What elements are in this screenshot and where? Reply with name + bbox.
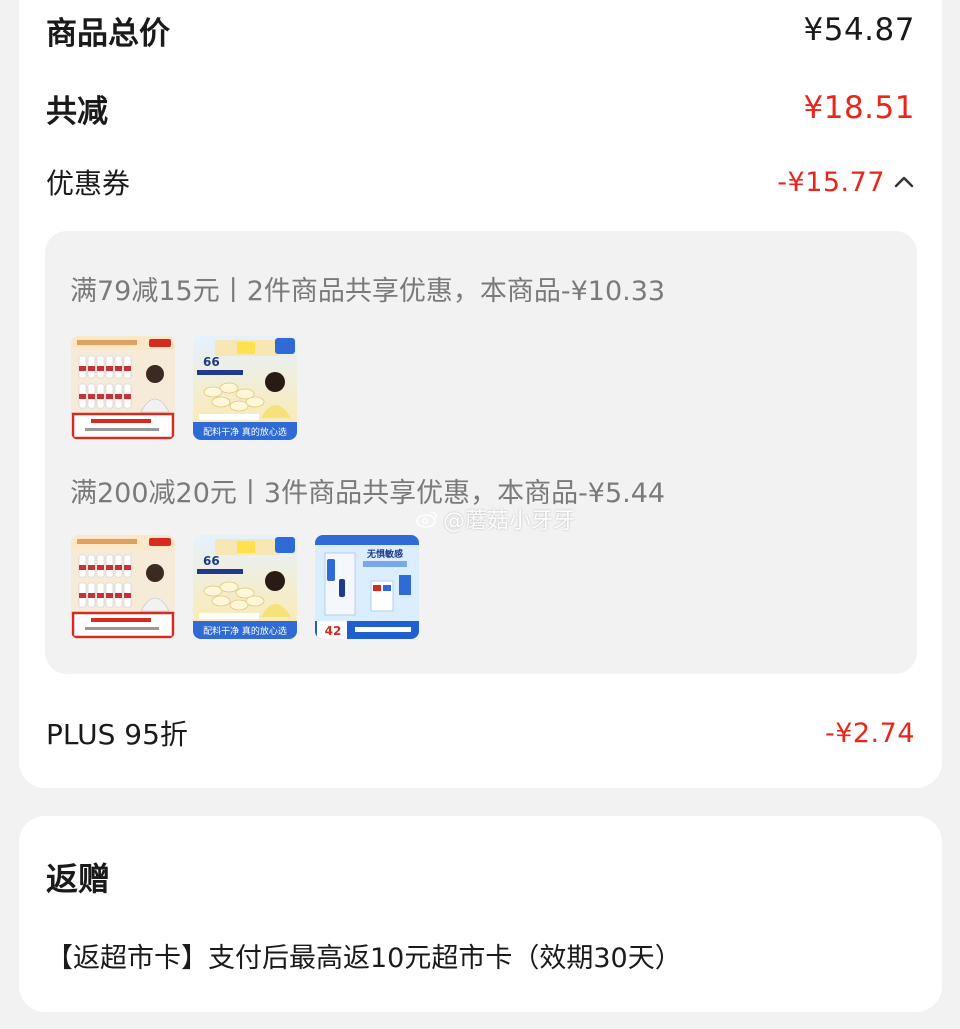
milk-tablets-thumbnail[interactable]: 66 配料干净 真的放心选 (193, 336, 297, 440)
coupon-label: 优惠券 (46, 167, 131, 200)
coupon-deal-1-products: 66 配料干净 真的放心选 (71, 336, 297, 440)
milk-bottom-text: 配料干净 真的放心选 (203, 426, 287, 438)
coupon-row[interactable]: 优惠券 -¥15.77 (46, 162, 915, 202)
milk-tablets-thumbnail[interactable]: 66 配料干净 真的放心选 (193, 535, 297, 639)
total-price-value: ¥54.87 (803, 12, 915, 48)
total-discount-label: 共减 (46, 93, 108, 130)
plus-discount-row: PLUS 95折 -¥2.74 (46, 712, 915, 754)
gift-description: 【返超市卡】支付后最高返10元超市卡（效期30天） (46, 943, 682, 974)
plus-discount-label: PLUS 95折 (46, 718, 188, 751)
coupon-value: -¥15.77 (777, 166, 885, 198)
total-price-row: 商品总价 ¥54.87 (46, 4, 915, 56)
plus-discount-value: -¥2.74 (824, 717, 915, 749)
watermark-text: @蘑菇小牙牙 (443, 509, 576, 534)
price-summary-card: 商品总价 ¥54.87 共减 ¥18.51 优惠券 -¥15.77 满79减15… (19, 0, 942, 788)
coupon-deal-2-products: 66 配料干净 真的放心选 无惧敏感 42 (71, 535, 419, 639)
milk-bottom-text: 配料干净 真的放心选 (203, 625, 287, 637)
total-price-label: 商品总价 (46, 15, 170, 52)
health-top-text: 无惧敏感 (366, 548, 403, 560)
gift-card: 返赠 【返超市卡】支付后最高返10元超市卡（效期30天） (19, 816, 942, 1012)
health-price-text: 42 (325, 624, 342, 638)
milk-big-number: 66 (203, 554, 220, 568)
weibo-icon (416, 511, 437, 528)
coupon-deal-1-text: 满79减15元丨2件商品共享优惠，本商品-¥10.33 (70, 276, 666, 307)
milk-big-number: 66 (203, 355, 220, 369)
milk-bottles-thumbnail[interactable] (71, 336, 175, 440)
health-product-thumbnail[interactable]: 无惧敏感 42 (315, 535, 419, 639)
milk-bottles-thumbnail[interactable] (71, 535, 175, 639)
total-discount-value: ¥18.51 (803, 90, 915, 126)
coupon-toggle[interactable]: -¥15.77 (777, 167, 915, 198)
coupon-details-panel: 满79减15元丨2件商品共享优惠，本商品-¥10.33 66 配料干净 真的放心… (45, 231, 917, 674)
gift-title: 返赠 (46, 860, 111, 898)
watermark: @蘑菇小牙牙 (415, 503, 575, 535)
chevron-up-icon[interactable] (893, 175, 915, 189)
coupon-deal-2-text: 满200减20元丨3件商品共享优惠，本商品-¥5.44 (70, 478, 666, 509)
total-discount-row: 共减 ¥18.51 (46, 82, 915, 134)
